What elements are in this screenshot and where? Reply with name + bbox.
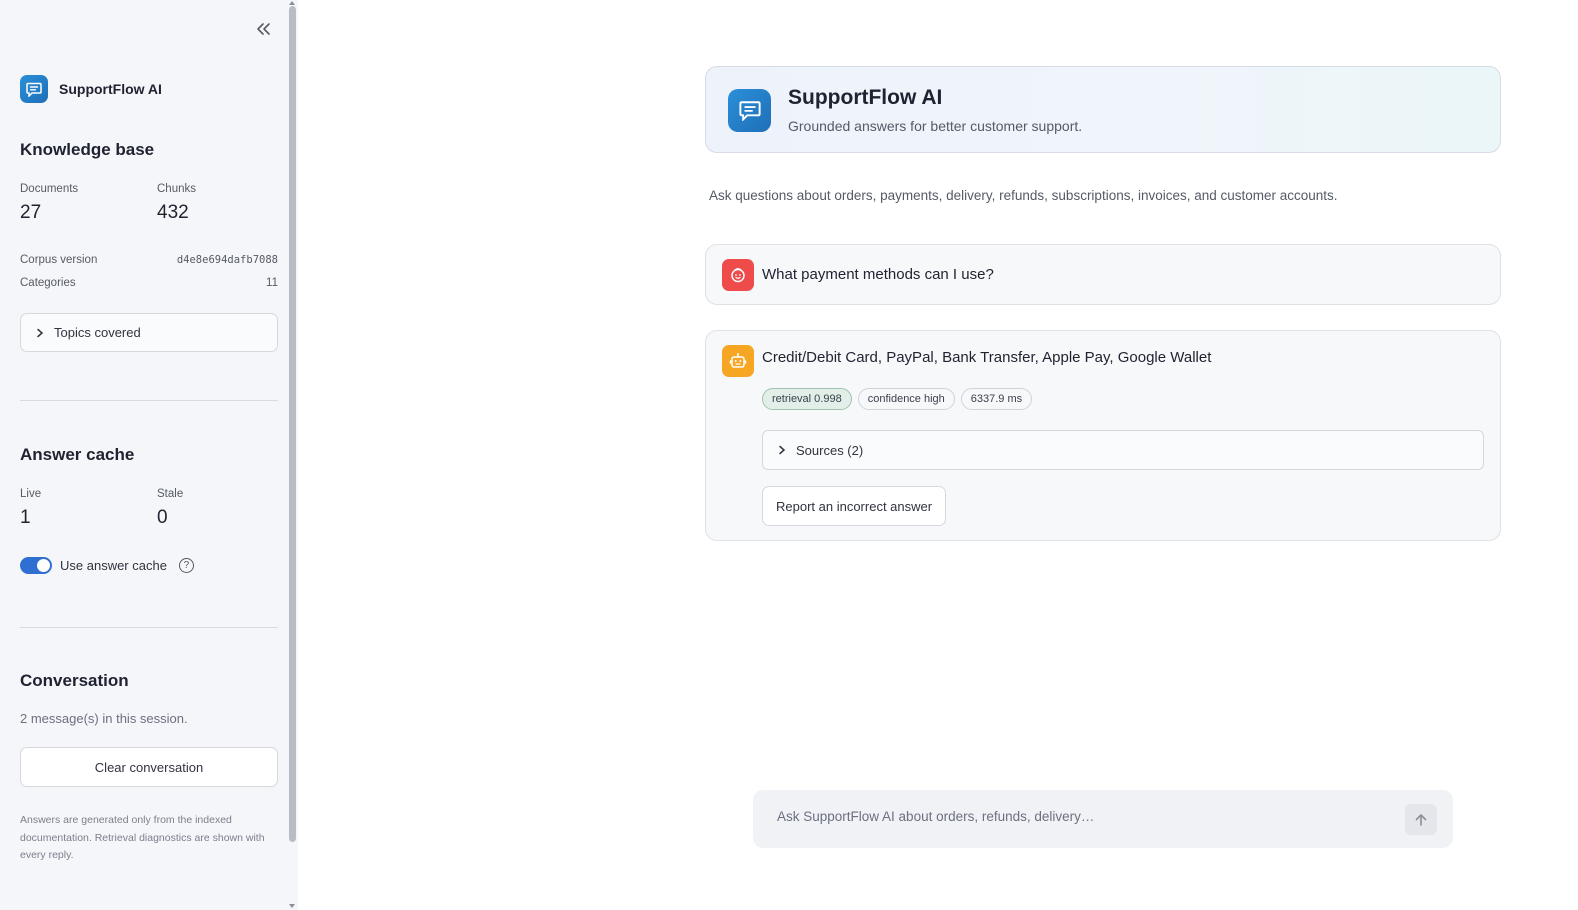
conversation-title: Conversation [20,671,129,690]
chat-bubble-icon [728,89,771,132]
sidebar: SupportFlow AI Knowledge base Documents … [0,0,298,910]
clear-conversation-button[interactable]: Clear conversation [20,747,278,787]
sources-expander[interactable]: Sources (2) [762,430,1484,470]
live-value: 1 [20,507,31,528]
arrow-up-icon [1415,813,1427,826]
double-chevron-left-icon [257,23,270,35]
latency-badge: 6337.9 ms [960,388,1033,410]
chat-input-bar [753,790,1453,848]
chunks-metric: Chunks 432 [157,183,196,224]
categories-value: 11 [266,277,278,289]
scroll-up-icon[interactable] [289,1,295,5]
stale-value: 0 [157,507,168,528]
chat-bubble-icon [20,75,48,103]
corpus-version-label: Corpus version [20,254,98,266]
knowledge-base-title: Knowledge base [20,140,155,159]
chat-input[interactable] [777,809,1377,824]
brand-name: SupportFlow AI [59,81,162,97]
robot-avatar-icon [722,345,754,377]
topics-covered-expander[interactable]: Topics covered [20,313,278,352]
assistant-message-text: Credit/Debit Card, PayPal, Bank Transfer… [762,349,1212,366]
confidence-badge: confidence high [857,388,955,410]
help-icon[interactable]: ? [178,558,194,573]
chunks-value: 432 [157,202,189,223]
send-button[interactable] [1405,804,1437,835]
stale-label: Stale [157,488,184,500]
chunks-label: Chunks [157,183,196,195]
retrieval-score-badge: retrieval 0.998 [762,388,852,410]
sidebar-divider [20,627,278,628]
topics-covered-label: Topics covered [54,325,141,340]
documents-value: 27 [20,202,42,223]
header-card: SupportFlow AI Grounded answers for bett… [705,66,1501,153]
page-title: SupportFlow AI [788,86,943,109]
sidebar-divider [20,400,278,401]
documents-metric: Documents 27 [20,183,78,224]
sidebar-scrollbar[interactable] [289,6,296,842]
user-message: What payment methods can I use? [705,244,1501,305]
session-message-count: 2 message(s) in this session. [20,711,188,726]
user-avatar-icon [722,259,754,291]
use-answer-cache-label: Use answer cache [60,558,167,573]
report-incorrect-answer-button[interactable]: Report an incorrect answer [762,486,947,526]
sources-label: Sources (2) [796,442,864,458]
corpus-version-row: Corpus version d4e8e694dafb7088 [20,254,278,266]
categories-row: Categories 11 [20,277,278,289]
brand: SupportFlow AI [20,75,162,103]
page-subtitle: Grounded answers for better customer sup… [788,118,1083,134]
intro-text: Ask questions about orders, payments, de… [709,188,1338,203]
assistant-message: Credit/Debit Card, PayPal, Bank Transfer… [705,330,1501,541]
corpus-version-value: d4e8e694dafb7088 [176,254,278,266]
scroll-down-icon[interactable] [289,904,295,908]
documents-label: Documents [20,183,79,195]
stale-metric: Stale 0 [157,488,183,529]
categories-label: Categories [20,277,76,289]
live-metric: Live 1 [20,488,41,529]
use-answer-cache-toggle[interactable] [20,557,52,574]
sidebar-footnote: Answers are generated only from the inde… [20,814,265,861]
toggle-knob [37,559,50,572]
chevron-right-icon [37,328,44,337]
diagnostics-pills: retrieval 0.998 confidence high 6337.9 m… [762,388,1038,410]
answer-cache-title: Answer cache [20,445,135,464]
live-label: Live [20,488,42,500]
chevron-right-icon [779,445,786,455]
collapse-sidebar-button[interactable] [252,18,274,40]
answer-cache-toggle-row: Use answer cache ? [20,557,194,574]
user-message-text: What payment methods can I use? [762,266,994,283]
